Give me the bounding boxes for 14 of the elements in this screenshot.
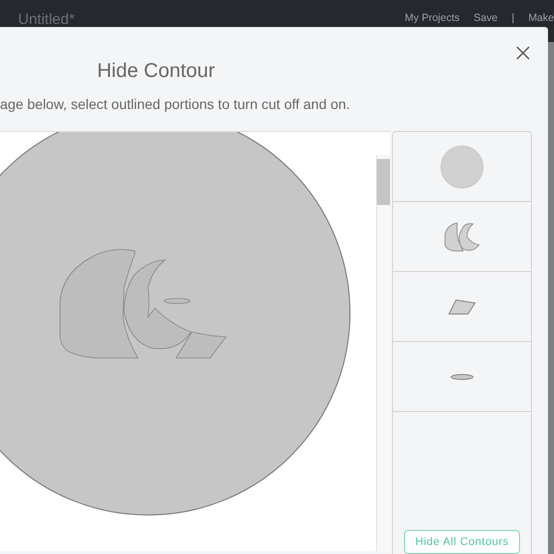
close-icon[interactable] (515, 45, 531, 61)
nav-link[interactable]: | (512, 11, 514, 27)
nav-link[interactable]: Save (474, 11, 498, 27)
quad-thumbnail-icon (447, 298, 477, 316)
scrollbar-track[interactable] (376, 155, 390, 551)
instruction-text: age below, select outlined portions to turn cut off and on. (0, 95, 350, 114)
project-title: Untitled* (18, 12, 75, 26)
sliver-thumbnail-icon (449, 372, 475, 380)
scrollbar-thumb[interactable] (377, 159, 390, 205)
nav-link[interactable]: Make (528, 11, 554, 27)
dialog-title: Hide Contour (97, 61, 215, 81)
nav-link[interactable]: My Projects (404, 11, 460, 27)
shape-thumbnail-icon (443, 220, 481, 252)
circle-thumbnail-icon (440, 144, 484, 188)
